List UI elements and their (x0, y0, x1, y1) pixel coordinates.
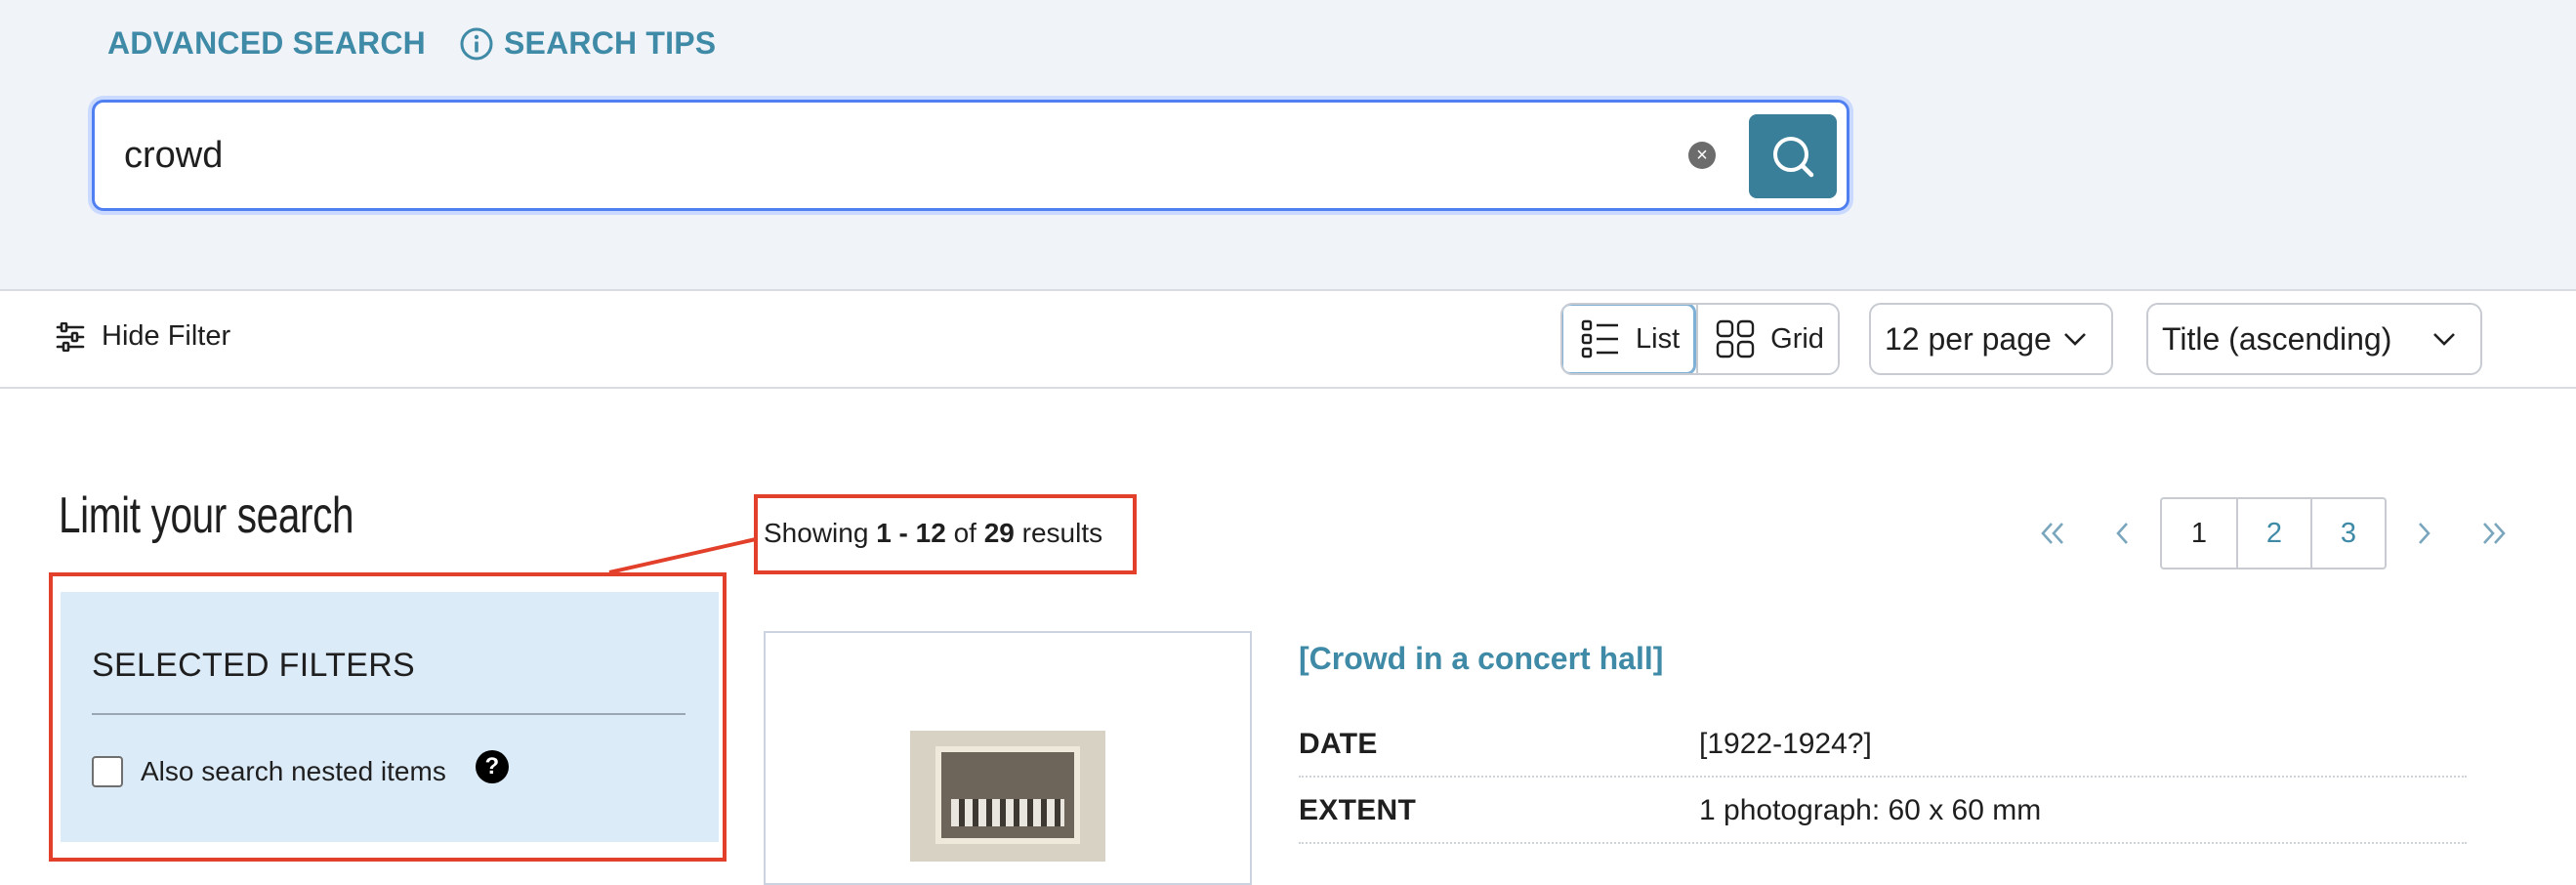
chevron-right-icon (2419, 523, 2431, 544)
results-range: 1 - 12 (876, 518, 946, 548)
results-count: Showing 1 - 12 of 29 results (764, 518, 1102, 549)
results-suffix: results (1014, 518, 1103, 548)
double-chevron-left-icon (2041, 523, 2063, 544)
last-page-button[interactable] (2459, 498, 2529, 569)
results-of: of (945, 518, 984, 548)
metadata-value: [1922-1924?] (1699, 728, 1872, 760)
page-3-button[interactable]: 3 (2310, 499, 2385, 568)
metadata-value: 1 photograph: 60 x 60 mm (1699, 794, 2042, 826)
double-chevron-right-icon (2483, 523, 2506, 544)
page-numbers: 1 2 3 (2160, 497, 2387, 569)
results-total: 29 (983, 518, 1015, 548)
metadata-label: DATE (1299, 728, 1378, 760)
page-2-button[interactable]: 2 (2236, 499, 2310, 568)
result-thumbnail-image[interactable] (910, 731, 1105, 862)
metadata-row-date: DATE [1922-1924?] (1299, 713, 2467, 778)
metadata-row-extent: EXTENT 1 photograph: 60 x 60 mm (1299, 780, 2467, 844)
previous-page-button[interactable] (2088, 498, 2158, 569)
metadata-label: EXTENT (1299, 794, 1417, 826)
record-title-link[interactable]: [Crowd in a concert hall] (1299, 641, 1663, 677)
pagination: 1 2 3 (2017, 497, 2529, 569)
photograph-image (935, 746, 1080, 844)
page-1-button[interactable]: 1 (2162, 499, 2236, 568)
first-page-button[interactable] (2017, 498, 2088, 569)
chevron-left-icon (2116, 523, 2128, 544)
next-page-button[interactable] (2389, 498, 2459, 569)
result-thumbnail-card (764, 631, 1252, 885)
results-prefix: Showing (764, 518, 877, 548)
